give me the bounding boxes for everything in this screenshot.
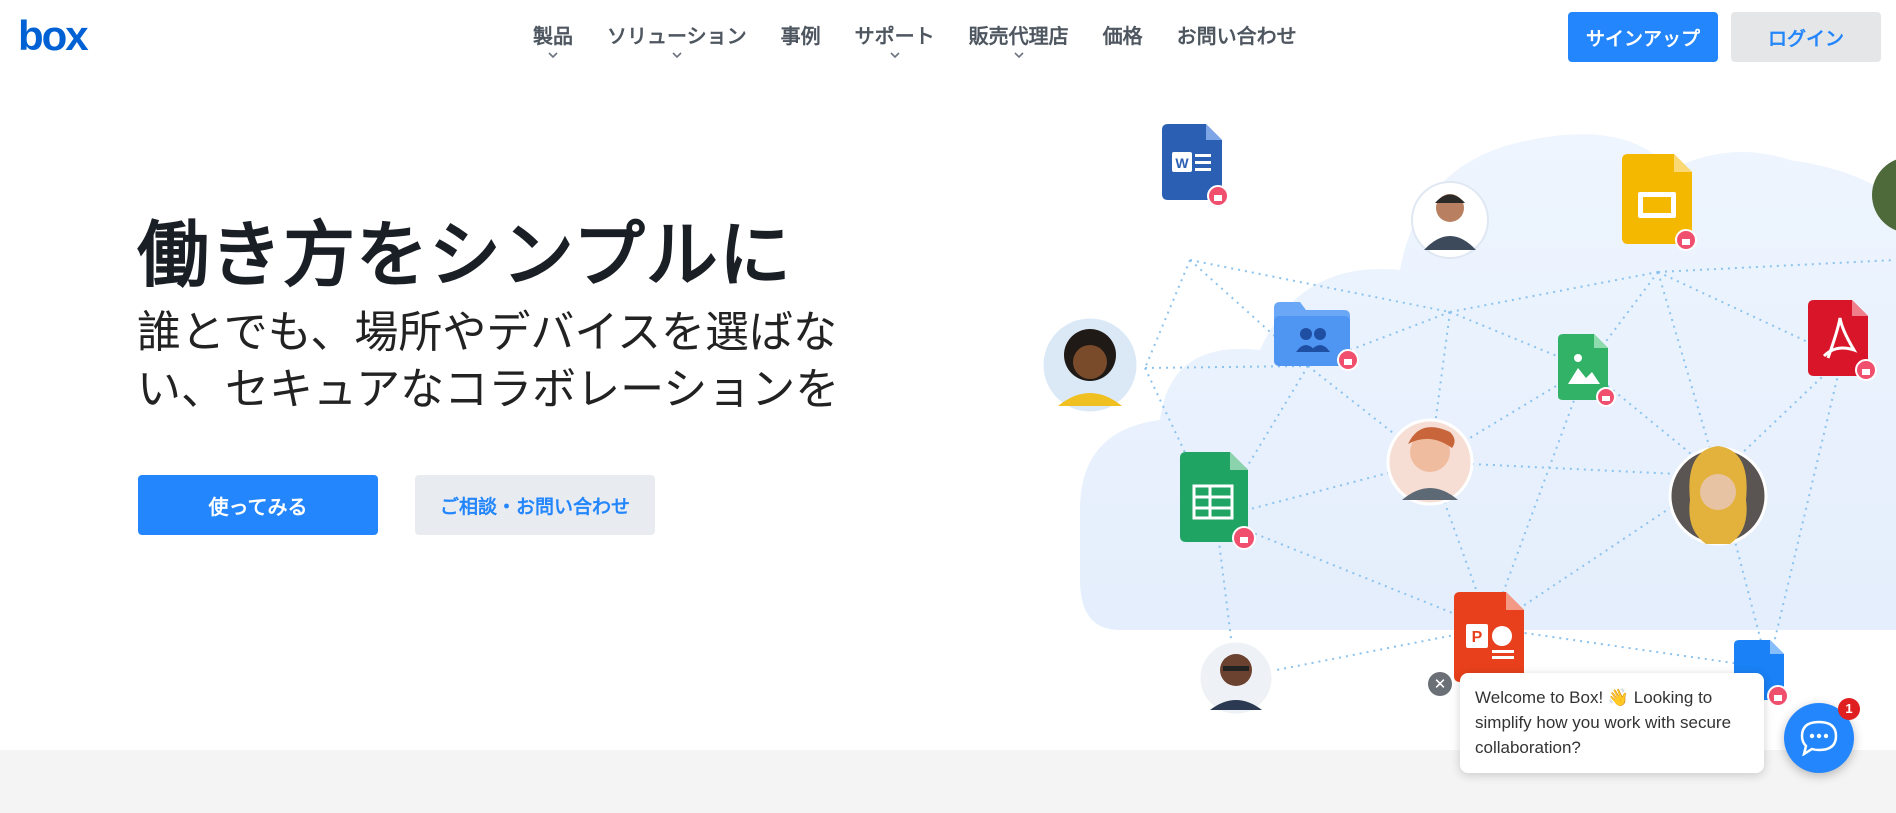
nav-item-label: 製品 xyxy=(533,24,573,48)
nav-item-pricing[interactable]: 価格 xyxy=(1103,18,1143,62)
nav-item-label: ソリューション xyxy=(607,24,747,48)
contact-sales-button[interactable]: ご相談・お問い合わせ xyxy=(415,475,655,535)
shared-folder-icon xyxy=(1274,302,1359,371)
main-nav: 製品 ソリューション 事例 サポート 販売代理店 価格 お問い合わせ xyxy=(516,18,1314,62)
svg-text:W: W xyxy=(1175,155,1189,171)
powerpoint-file-icon: P xyxy=(1454,592,1524,682)
avatar xyxy=(1411,181,1489,259)
svg-text:P: P xyxy=(1472,629,1483,646)
hero-title: 働き方をシンプルに xyxy=(137,213,792,297)
nav-item-contact[interactable]: お問い合わせ xyxy=(1177,18,1297,62)
hero-illustration: W P xyxy=(1030,100,1896,740)
hero-subtitle: 誰とでも、場所やデバイスを選ばない、セキュアなコラボレーションを xyxy=(137,307,840,415)
login-button[interactable]: ログイン xyxy=(1731,12,1881,62)
nav-item-support[interactable]: サポート xyxy=(855,18,935,62)
google-slides-file-icon xyxy=(1622,154,1697,251)
chevron-down-icon xyxy=(672,52,682,59)
avatar xyxy=(1386,418,1474,506)
box-logo[interactable]: box xyxy=(18,14,94,58)
google-sheets-file-icon xyxy=(1180,452,1256,550)
try-it-button[interactable]: 使ってみる xyxy=(138,475,378,535)
avatar xyxy=(1040,315,1140,415)
chevron-down-icon xyxy=(548,52,558,59)
signup-button[interactable]: サインアップ xyxy=(1568,12,1718,62)
nav-item-label: 事例 xyxy=(780,24,821,48)
chevron-down-icon xyxy=(890,52,900,59)
chat-bubble-icon xyxy=(1800,720,1838,756)
chat-unread-badge: 1 xyxy=(1838,698,1860,720)
nav-item-label: 価格 xyxy=(1102,24,1143,48)
nav-item-products[interactable]: 製品 xyxy=(533,18,573,62)
collaboration-network-graphic: W P xyxy=(1040,124,1896,717)
nav-item-resellers[interactable]: 販売代理店 xyxy=(969,18,1069,62)
chat-welcome-message[interactable]: Welcome to Box! 👋 Looking to simplify ho… xyxy=(1460,673,1764,773)
nav-item-label: サポート xyxy=(854,24,935,48)
nav-item-label: お問い合わせ xyxy=(1176,24,1297,48)
site-header: box 製品 ソリューション 事例 サポート 販売代理店 価格 お問い合わせ サ… xyxy=(0,0,1896,76)
nav-item-solutions[interactable]: ソリューション xyxy=(607,18,747,62)
cloud-shape xyxy=(1080,134,1896,630)
chat-message-text: Welcome to Box! 👋 Looking to simplify ho… xyxy=(1475,688,1732,757)
nav-item-case-studies[interactable]: 事例 xyxy=(781,18,821,62)
chevron-down-icon xyxy=(1014,52,1024,59)
chat-close-button[interactable]: ✕ xyxy=(1428,672,1452,696)
avatar xyxy=(1668,446,1768,546)
word-file-icon: W xyxy=(1162,124,1229,207)
nav-item-label: 販売代理店 xyxy=(968,24,1069,48)
avatar xyxy=(1197,639,1275,717)
